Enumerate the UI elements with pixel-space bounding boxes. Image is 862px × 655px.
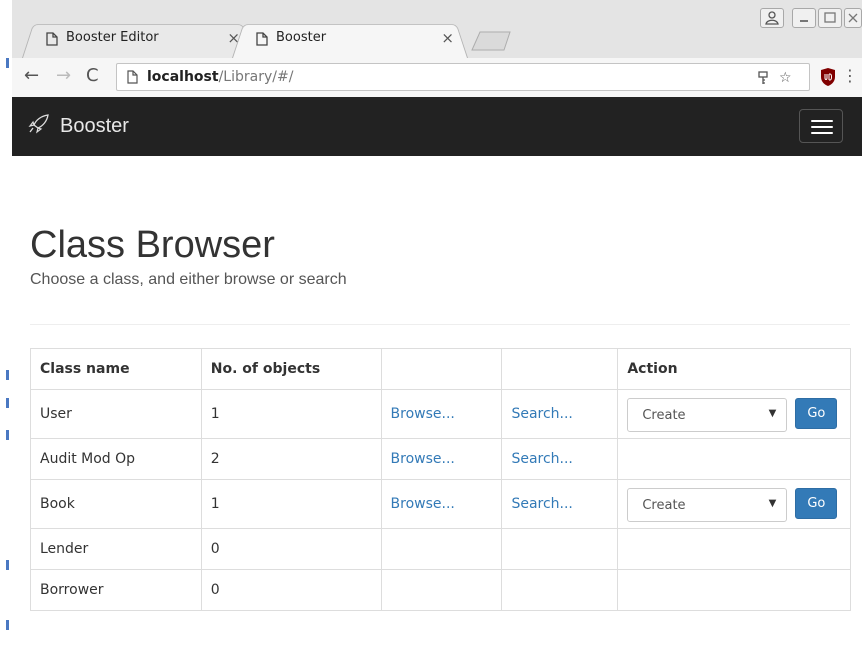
class-name: Borrower bbox=[30, 569, 202, 611]
table-row: Lender 0 bbox=[30, 528, 851, 570]
page-icon bbox=[127, 70, 138, 84]
table-row: Book 1 Browse... Search... Create ▼ Go bbox=[30, 479, 851, 529]
table-row: Borrower 0 bbox=[30, 569, 851, 611]
app-navbar: Booster bbox=[12, 97, 862, 156]
action-cell: Create ▼ Go bbox=[617, 389, 851, 439]
tab-booster[interactable]: Booster × bbox=[232, 20, 468, 59]
url-text: localhost/Library/#/ bbox=[147, 69, 293, 85]
class-name: Book bbox=[30, 479, 202, 529]
address-bar[interactable]: localhost/Library/#/ ☆ bbox=[116, 63, 810, 91]
forward-arrow-icon[interactable]: → bbox=[56, 65, 71, 86]
rocket-icon bbox=[28, 114, 49, 134]
back-arrow-icon[interactable]: ← bbox=[24, 65, 39, 86]
bookmark-star-icon[interactable]: ☆ bbox=[779, 70, 792, 86]
object-count: 0 bbox=[200, 528, 382, 570]
action-select-value: Create bbox=[642, 408, 686, 423]
column-header: Action bbox=[617, 348, 851, 390]
browser-window: Booster Editor × Booster × ← → C localho… bbox=[12, 0, 862, 655]
table-header-row: Class name No. of objects Action bbox=[30, 348, 851, 390]
maximize-icon[interactable] bbox=[818, 8, 842, 28]
class-name: User bbox=[30, 389, 202, 439]
brand[interactable]: Booster bbox=[28, 114, 129, 138]
close-tab-icon[interactable]: × bbox=[441, 29, 454, 47]
column-header: No. of objects bbox=[200, 348, 382, 390]
column-header: Class name bbox=[30, 348, 202, 390]
action-cell bbox=[617, 528, 851, 570]
object-count: 1 bbox=[200, 479, 382, 529]
action-cell bbox=[617, 569, 851, 611]
empty-cell bbox=[501, 569, 619, 611]
object-count: 0 bbox=[200, 569, 382, 611]
tab-strip: Booster Editor × Booster × bbox=[12, 0, 862, 59]
close-window-icon[interactable] bbox=[844, 8, 862, 28]
brand-text: Booster bbox=[60, 115, 129, 137]
hamburger-menu-button[interactable] bbox=[799, 109, 843, 143]
column-header bbox=[501, 348, 619, 390]
tab-booster-editor[interactable]: Booster Editor × bbox=[22, 20, 254, 59]
page-subtitle: Choose a class, and either browse or sea… bbox=[30, 271, 347, 288]
tab-title: Booster bbox=[276, 30, 327, 45]
empty-cell bbox=[380, 528, 503, 570]
class-name: Lender bbox=[30, 528, 202, 570]
user-profile-icon[interactable] bbox=[760, 8, 784, 28]
reload-icon[interactable]: C bbox=[86, 65, 99, 86]
empty-cell bbox=[380, 569, 503, 611]
table-row: User 1 Browse... Search... Create ▼ Go bbox=[30, 389, 851, 439]
browser-menu-icon[interactable]: ⋮ bbox=[842, 66, 858, 85]
action-select[interactable]: Create ▼ bbox=[627, 398, 788, 432]
search-link[interactable]: Search... bbox=[501, 479, 619, 529]
page-icon bbox=[46, 32, 58, 46]
page-icon bbox=[256, 32, 268, 46]
key-icon[interactable] bbox=[757, 71, 769, 85]
column-header bbox=[380, 348, 503, 390]
browse-link[interactable]: Browse... bbox=[380, 479, 503, 529]
browse-link[interactable]: Browse... bbox=[380, 389, 503, 439]
empty-cell bbox=[501, 528, 619, 570]
page-title: Class Browser bbox=[30, 224, 275, 266]
action-select[interactable]: Create ▼ bbox=[627, 488, 788, 522]
tab-title: Booster Editor bbox=[66, 30, 159, 45]
action-cell: Create ▼ Go bbox=[617, 479, 851, 529]
browser-toolbar: ← → C localhost/Library/#/ ☆ ⋮ bbox=[12, 58, 862, 98]
browse-link[interactable]: Browse... bbox=[380, 438, 503, 480]
url-path: /Library/#/ bbox=[218, 69, 294, 85]
new-tab-button[interactable] bbox=[470, 30, 514, 52]
go-button[interactable]: Go bbox=[795, 398, 838, 429]
go-button[interactable]: Go bbox=[795, 488, 838, 519]
object-count: 2 bbox=[200, 438, 382, 480]
dropdown-caret-icon: ▼ bbox=[768, 408, 777, 419]
url-host: localhost bbox=[147, 69, 219, 85]
table-row: Audit Mod Op 2 Browse... Search... bbox=[30, 438, 851, 480]
action-cell bbox=[617, 438, 851, 480]
action-select-value: Create bbox=[642, 498, 686, 513]
dropdown-caret-icon: ▼ bbox=[768, 498, 777, 509]
class-table: Class name No. of objects Action User 1 … bbox=[30, 348, 851, 611]
divider bbox=[30, 324, 850, 325]
minimize-icon[interactable] bbox=[792, 8, 816, 28]
search-link[interactable]: Search... bbox=[501, 438, 619, 480]
class-name: Audit Mod Op bbox=[30, 438, 202, 480]
search-link[interactable]: Search... bbox=[501, 389, 619, 439]
ublock-extension-icon[interactable] bbox=[819, 67, 837, 87]
object-count: 1 bbox=[200, 389, 382, 439]
